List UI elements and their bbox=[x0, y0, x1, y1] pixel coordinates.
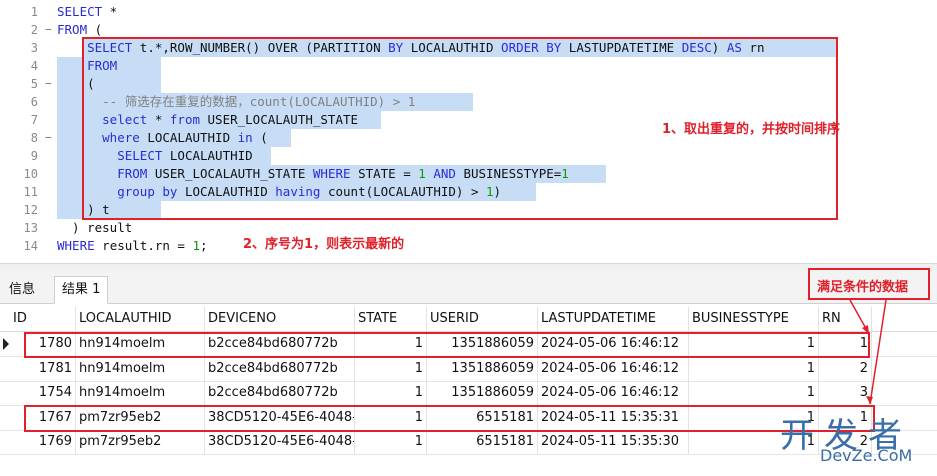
fold-marker[interactable]: − bbox=[45, 75, 52, 93]
table-cell[interactable]: b2cce84bd680772b bbox=[205, 381, 355, 405]
annotation-box-row-1780 bbox=[24, 332, 870, 358]
column-header[interactable]: USERID bbox=[427, 307, 538, 331]
line-number: 1 bbox=[30, 5, 38, 19]
line-number: 11 bbox=[23, 185, 38, 199]
line-number: 8 bbox=[30, 131, 38, 145]
table-cell[interactable]: 1781 bbox=[10, 356, 76, 381]
code-line[interactable]: 1 SELECT * bbox=[0, 3, 937, 21]
line-number: 12 bbox=[23, 203, 38, 217]
column-header[interactable]: DEVICENO bbox=[205, 307, 355, 331]
code-token: SELECT bbox=[57, 4, 103, 19]
column-header[interactable]: STATE bbox=[355, 307, 427, 331]
table-cell[interactable]: 1769 bbox=[10, 430, 76, 454]
line-number: 6 bbox=[30, 95, 38, 109]
table-cell[interactable]: 1754 bbox=[10, 381, 76, 405]
code-token: * bbox=[102, 4, 118, 19]
line-number: 3 bbox=[30, 41, 38, 55]
table-cell[interactable]: b2cce84bd680772b bbox=[205, 356, 355, 381]
annotation-box-row-1767 bbox=[24, 405, 875, 432]
line-number: 9 bbox=[30, 149, 38, 163]
current-row-indicator-icon bbox=[3, 338, 9, 350]
code-token: 1 bbox=[192, 238, 201, 253]
code-text: ) result bbox=[57, 219, 132, 237]
table-row[interactable]: 1754 hn914moelm b2cce84bd680772b 1 135188605… bbox=[0, 381, 937, 406]
result-tabs: 信息 结果 1 bbox=[0, 271, 937, 304]
code-line[interactable]: 13 ) result bbox=[0, 219, 937, 237]
line-number: 2 bbox=[30, 23, 38, 37]
code-line[interactable]: 14 WHERE result.rn = 1; bbox=[0, 237, 937, 255]
column-header[interactable]: RN bbox=[819, 307, 872, 331]
annotation-text-3: 满足条件的数据 bbox=[817, 280, 909, 295]
code-token: ( bbox=[87, 22, 103, 37]
table-cell[interactable]: 1 bbox=[689, 381, 819, 405]
sql-editor[interactable]: 1 SELECT * 2− FROM (3 SELECT t.*,ROW_NUMBER… bbox=[0, 0, 937, 262]
watermark-sub: DevZe.CoM bbox=[820, 446, 913, 465]
table-cell[interactable]: 1351886059 bbox=[427, 356, 538, 381]
code-token: WHERE bbox=[57, 238, 95, 253]
table-cell[interactable]: 1 bbox=[355, 356, 427, 381]
line-number: 5 bbox=[30, 77, 38, 91]
fold-marker[interactable]: − bbox=[45, 129, 52, 147]
table-cell[interactable]: 1 bbox=[355, 430, 427, 454]
line-number: 7 bbox=[30, 113, 38, 127]
column-header[interactable]: LOCALAUTHID bbox=[76, 307, 205, 331]
table-cell[interactable]: 2 bbox=[819, 356, 872, 381]
line-number: 4 bbox=[30, 59, 38, 73]
table-cell[interactable]: 1 bbox=[355, 381, 427, 405]
column-header[interactable]: LASTUPDATETIME bbox=[538, 307, 689, 331]
annotation-text-2: 2、序号为1，则表示最新的 bbox=[243, 237, 405, 252]
grid-header: ID LOCALAUTHID DEVICENO STATE USERID LASTUPDA… bbox=[0, 307, 937, 332]
code-token: result.rn = bbox=[94, 238, 193, 253]
table-cell[interactable]: 38CD5120-45E6-4048- bbox=[205, 430, 355, 454]
line-number: 10 bbox=[23, 167, 38, 181]
table-cell[interactable]: 1351886059 bbox=[427, 381, 538, 405]
table-row[interactable]: 1781 hn914moelm b2cce84bd680772b 1 135188605… bbox=[0, 356, 937, 382]
code-token: ; bbox=[200, 238, 208, 253]
column-header[interactable]: ID bbox=[10, 307, 76, 331]
table-cell[interactable]: 2024-05-06 16:46:12 bbox=[538, 381, 689, 405]
code-token: FROM bbox=[57, 22, 88, 37]
table-cell[interactable]: 3 bbox=[819, 381, 872, 405]
line-number: 14 bbox=[23, 239, 38, 253]
table-cell[interactable]: hn914moelm bbox=[76, 356, 205, 381]
tab-result-1[interactable]: 结果 1 bbox=[54, 276, 109, 304]
line-number: 13 bbox=[23, 221, 38, 235]
tab-info[interactable]: 信息 bbox=[2, 277, 42, 303]
table-cell[interactable]: 2024-05-11 15:35:30 bbox=[538, 430, 689, 454]
table-cell[interactable]: 6515181 bbox=[427, 430, 538, 454]
table-cell[interactable]: pm7zr95eb2 bbox=[76, 430, 205, 454]
fold-marker[interactable]: − bbox=[45, 21, 52, 39]
column-header[interactable]: BUSINESSTYPE bbox=[689, 307, 819, 331]
annotation-text-1: 1、取出重复的，并按时间排序 bbox=[662, 122, 841, 137]
table-cell[interactable]: hn914moelm bbox=[76, 381, 205, 405]
code-text: SELECT * bbox=[57, 3, 117, 21]
code-token: ) result bbox=[57, 220, 133, 235]
table-cell[interactable]: 2024-05-06 16:46:12 bbox=[538, 356, 689, 381]
table-cell[interactable]: 1 bbox=[689, 356, 819, 381]
code-text: WHERE result.rn = 1; bbox=[57, 237, 208, 255]
